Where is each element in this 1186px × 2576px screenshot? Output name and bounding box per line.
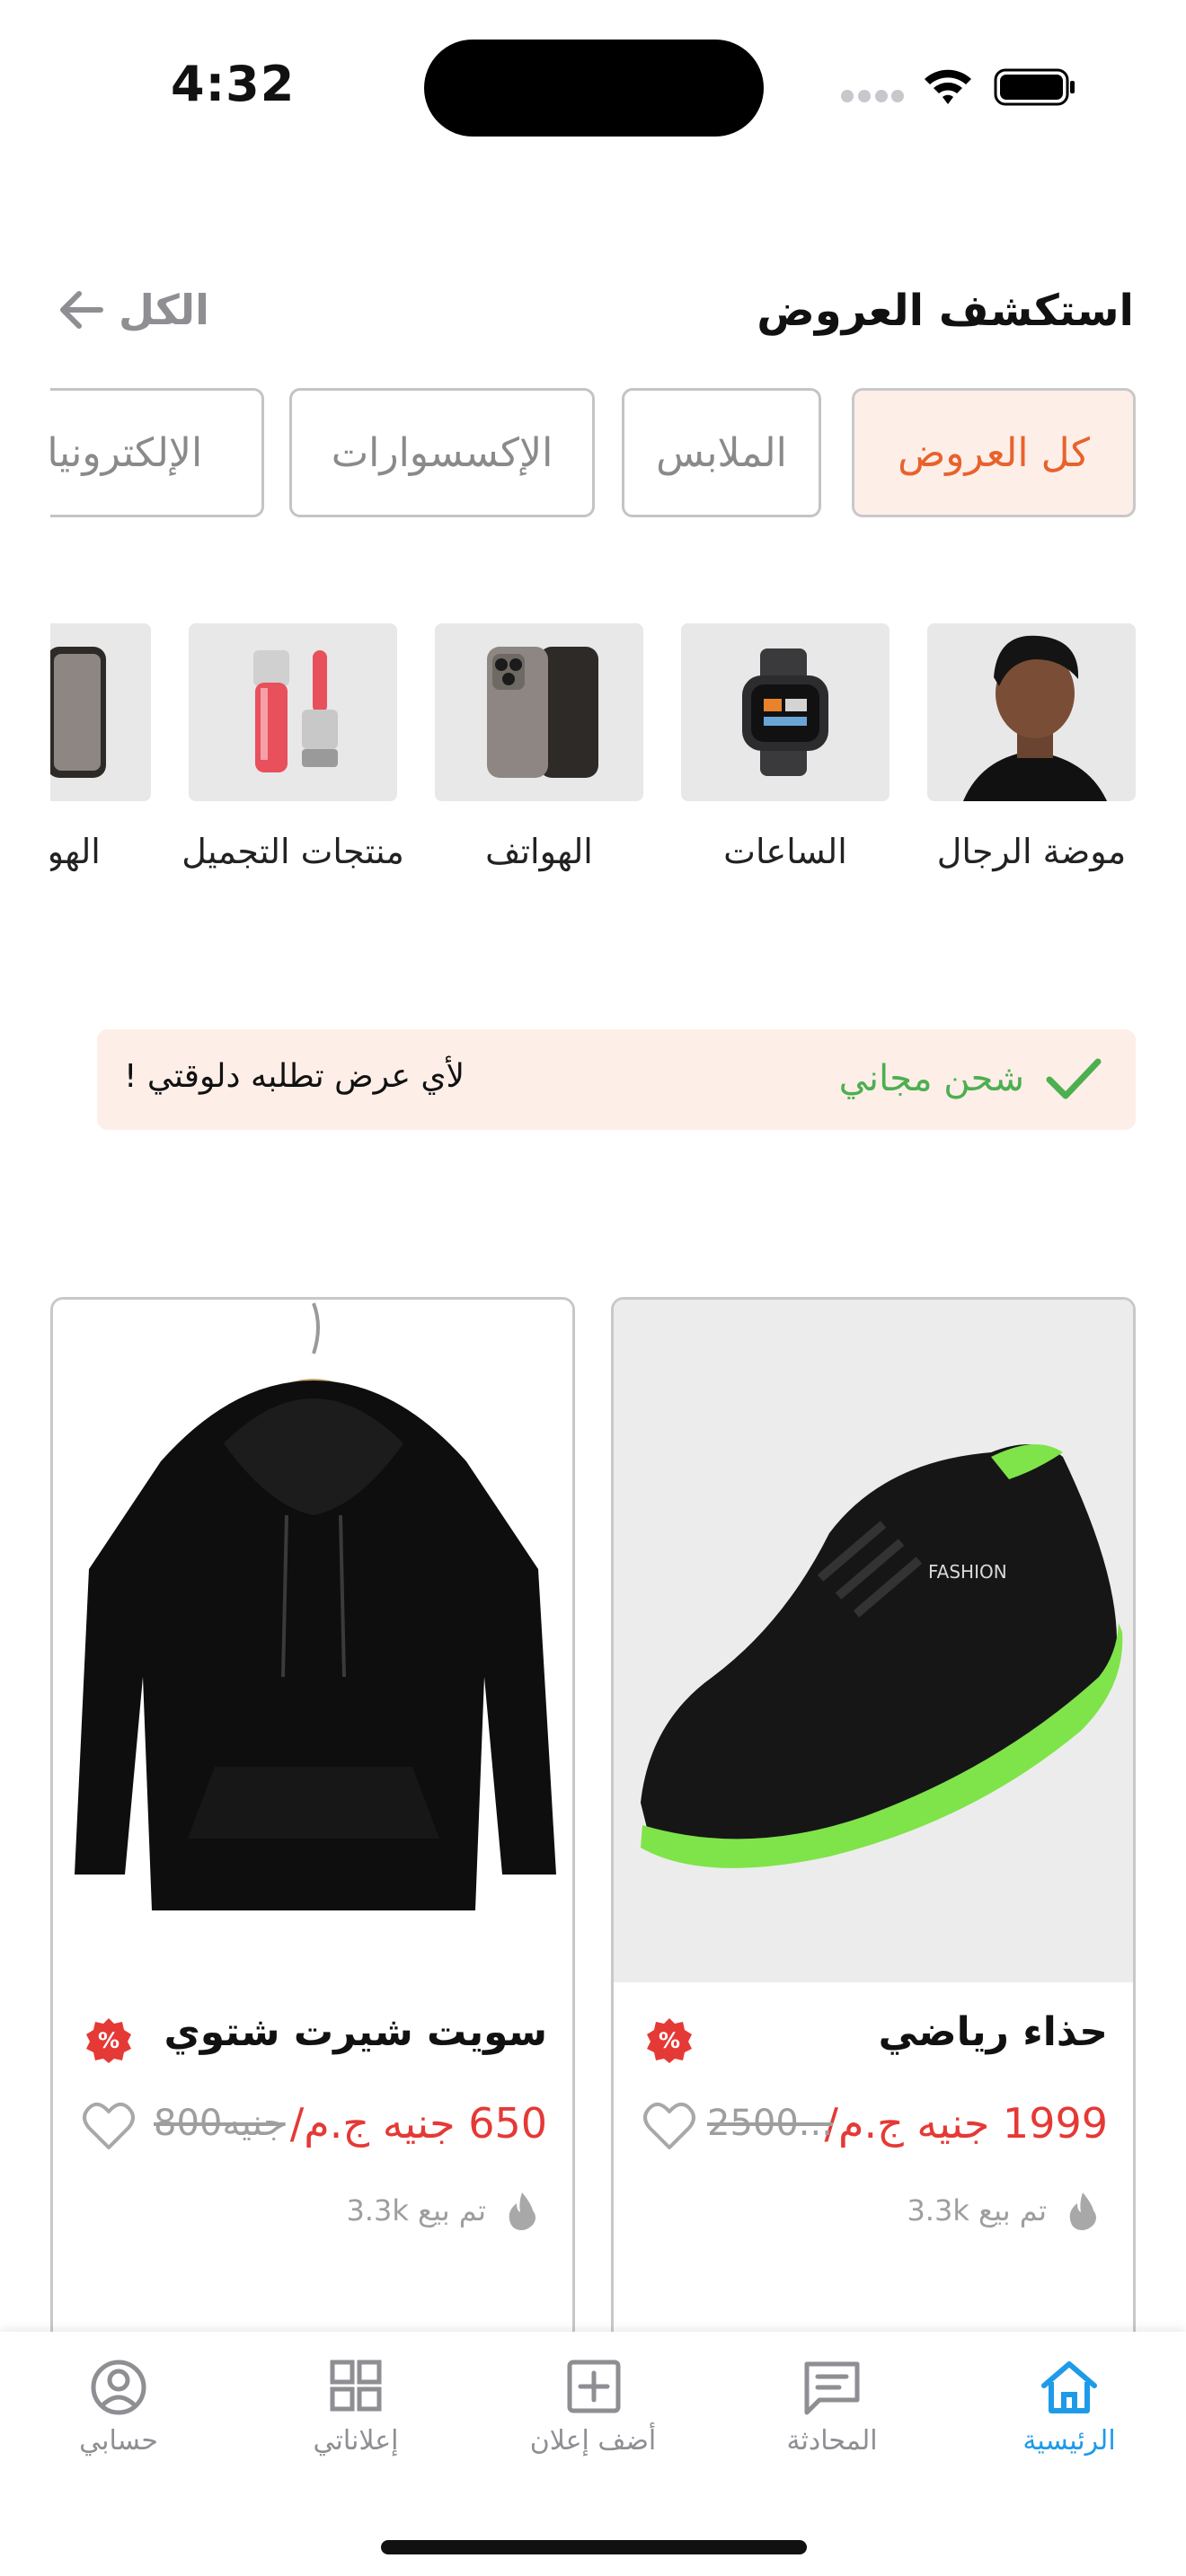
cellular-signal-icon xyxy=(841,90,904,102)
svg-text:FASHION: FASHION xyxy=(928,1561,1007,1583)
category-item[interactable]: الهواتف xyxy=(50,623,151,871)
home-icon xyxy=(1041,2361,1097,2413)
nav-my-ads[interactable]: إعلاناتي xyxy=(248,2359,464,2475)
product-price: 1999 جنيه ج.م/ xyxy=(824,2099,1108,2148)
battery-icon xyxy=(994,68,1075,106)
tab-electronics[interactable]: الإلكترونيات xyxy=(50,388,264,517)
dynamic-island xyxy=(424,40,764,137)
check-icon xyxy=(1046,1058,1102,1099)
discount-badge-icon: % xyxy=(647,2018,692,2063)
category-label: الساعات xyxy=(723,832,847,871)
category-item[interactable]: موضة الرجال xyxy=(927,623,1136,871)
product-old-price: 2500... xyxy=(707,2103,833,2144)
tab-all-offers[interactable]: كل العروض xyxy=(852,388,1136,517)
product-old-price: 800جنيه xyxy=(154,2103,286,2144)
product-image-hoodie xyxy=(53,1300,572,1982)
product-title: حذاء رياضي xyxy=(878,2009,1108,2055)
see-all-label: الكل xyxy=(119,286,209,334)
nav-profile[interactable]: حسابي xyxy=(11,2359,226,2475)
svg-text:%: % xyxy=(659,2028,680,2053)
nav-label: حسابي xyxy=(79,2425,158,2457)
category-label: منتجات التجميل xyxy=(181,832,404,871)
sold-label: تم بيع 3.3k xyxy=(907,2193,1047,2228)
home-indicator xyxy=(381,2540,807,2554)
nav-chat[interactable]: المحادثة xyxy=(724,2359,940,2475)
sold-count: تم بيع 3.3k xyxy=(907,2191,1101,2230)
fire-icon xyxy=(509,2192,535,2230)
category-image-phone-2 xyxy=(50,623,151,801)
see-all-link[interactable]: الكل xyxy=(56,286,209,334)
tab-clothes[interactable]: الملابس xyxy=(622,388,821,517)
banner-note: لأي عرض تطلبه دلوقتي ! xyxy=(124,1058,465,1095)
status-bar: 4:32 xyxy=(0,0,1186,171)
heart-icon[interactable] xyxy=(642,2101,696,2151)
product-price: 650 جنيه ج.م/ xyxy=(289,2099,547,2148)
nav-label: الرئيسية xyxy=(1022,2425,1116,2457)
nav-label: المحادثة xyxy=(786,2425,878,2457)
free-shipping: شحن مجاني xyxy=(839,1056,1102,1101)
chat-icon xyxy=(804,2361,860,2415)
tab-accessories[interactable]: الإكسسوارات xyxy=(289,388,595,517)
free-shipping-label: شحن مجاني xyxy=(838,1058,1024,1099)
category-image-phone xyxy=(435,623,643,801)
fire-icon xyxy=(1069,2192,1096,2230)
category-strip: موضة الرجال الساعات الهواتف منتجات التجم… xyxy=(50,623,1136,893)
category-item[interactable]: الهواتف xyxy=(435,623,643,871)
category-tabs: كل العروض الملابس الإكسسوارات الإلكتروني… xyxy=(50,388,1136,523)
product-title: سويت شيرت شتوي xyxy=(164,2009,547,2055)
sold-count: تم بيع 3.3k xyxy=(346,2191,540,2230)
category-image-lipgloss xyxy=(189,623,397,801)
profile-icon xyxy=(91,2360,146,2415)
category-item[interactable]: منتجات التجميل xyxy=(181,623,404,871)
sold-label: تم بيع 3.3k xyxy=(346,2193,486,2228)
status-time: 4:32 xyxy=(171,56,296,112)
grid-icon xyxy=(330,2360,382,2412)
category-label: الهواتف xyxy=(485,832,593,871)
nav-home[interactable]: الرئيسية xyxy=(961,2359,1177,2475)
nav-add-ad[interactable]: أضف إعلان xyxy=(485,2359,701,2475)
free-shipping-banner: شحن مجاني لأي عرض تطلبه دلوقتي ! xyxy=(97,1029,1136,1130)
wifi-icon xyxy=(925,69,971,104)
category-label: الهواتف xyxy=(50,832,101,871)
nav-label: إعلاناتي xyxy=(313,2425,399,2457)
heart-icon[interactable] xyxy=(82,2101,136,2151)
nav-label: أضف إعلان xyxy=(529,2425,657,2457)
product-image-sneaker: FASHION xyxy=(614,1300,1133,1982)
add-icon xyxy=(567,2360,621,2413)
discount-badge-icon: % xyxy=(86,2018,131,2063)
arrow-left-icon xyxy=(60,291,103,329)
category-image-watch xyxy=(681,623,890,801)
svg-text:%: % xyxy=(98,2028,119,2053)
category-label: موضة الرجال xyxy=(936,832,1127,871)
page-title: استكشف العروض xyxy=(757,286,1134,336)
category-item[interactable]: الساعات xyxy=(681,623,890,871)
category-image-man xyxy=(927,623,1136,801)
